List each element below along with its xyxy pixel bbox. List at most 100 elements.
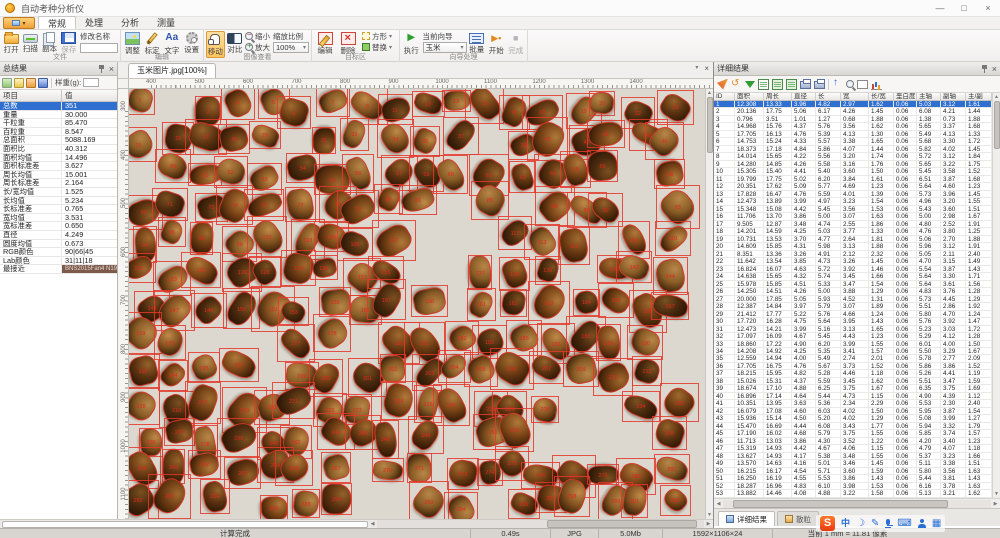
save-table-icon[interactable] — [786, 79, 797, 90]
summary-row[interactable]: 宽标准差0.650 — [0, 222, 117, 231]
seed-object[interactable]: 163 — [532, 288, 566, 316]
seed-object[interactable]: 29 — [252, 126, 279, 146]
seed-object[interactable]: 235 — [665, 389, 693, 417]
summary-row[interactable]: 宽均值3.531 — [0, 214, 117, 223]
tab-list-icon[interactable]: ▾ — [695, 64, 698, 73]
details-col-header[interactable]: 面积 — [735, 93, 764, 100]
details-row[interactable]: 4517.19016.024.685.793.751.550.065.853.7… — [714, 430, 1000, 437]
summary-row[interactable]: 总面积5088.169 — [0, 136, 117, 145]
copy-button[interactable]: 副本 — [41, 31, 59, 54]
seed-object[interactable]: 106 — [343, 230, 366, 259]
seed-object[interactable]: 68 — [656, 161, 683, 186]
horizontal-scroll-thumb[interactable] — [547, 520, 697, 528]
seed-object[interactable]: 148 — [195, 298, 222, 321]
details-row[interactable]: 218.35113.363.264.912.122.320.065.052.11… — [714, 251, 1000, 258]
seed-object[interactable]: 293 — [415, 487, 443, 517]
details-row[interactable]: 517.70516.134.765.394.131.300.065.494.13… — [714, 131, 1000, 138]
seed-object[interactable]: 263 — [227, 460, 259, 485]
seed-object[interactable]: 206 — [495, 354, 529, 383]
seed-object[interactable]: 7 — [319, 91, 347, 112]
details-row[interactable]: 5016.21516.174.545.713.601.590.065.803.5… — [714, 468, 1000, 475]
details-row[interactable]: 4110.35113.953.635.362.342.290.065.532.3… — [714, 400, 1000, 407]
seed-object[interactable]: 107 — [376, 227, 411, 254]
details-scroll-thumb[interactable] — [994, 101, 1000, 149]
seed-object[interactable]: 210 — [598, 364, 629, 391]
seed-object[interactable]: 281 — [656, 458, 688, 479]
microphone-icon[interactable] — [885, 519, 891, 528]
summary-row[interactable]: 长标准差0.765 — [0, 205, 117, 214]
details-row[interactable]: 1317.82816.474.765.594.011.390.065.733.9… — [714, 191, 1000, 198]
seed-object[interactable]: 177 — [280, 333, 312, 354]
seed-object[interactable]: 226 — [434, 393, 469, 417]
seed-object[interactable]: 119 — [658, 229, 688, 248]
details-col-header[interactable]: 宽 — [841, 93, 869, 100]
seed-object[interactable]: 101 — [251, 224, 284, 250]
zoom-in-button[interactable]: 放大 — [245, 42, 270, 52]
scroll-up-icon[interactable]: ▲ — [993, 93, 1000, 101]
panel-close-icon[interactable]: × — [992, 63, 997, 75]
bar-chart-icon[interactable] — [871, 79, 882, 90]
seed-object[interactable]: 96 — [160, 222, 183, 242]
app-menu-button[interactable]: ▾ — [3, 17, 35, 29]
details-row[interactable]: 1515.34815.084.425.453.561.530.065.433.6… — [714, 206, 1000, 213]
seed-object[interactable]: 28 — [220, 126, 248, 151]
details-row[interactable]: 1412.47313.893.994.973.231.540.064.963.2… — [714, 198, 1000, 205]
sogou-icon[interactable]: S — [820, 516, 835, 531]
print-preview-icon[interactable] — [814, 81, 825, 89]
scroll-down-icon[interactable]: ▼ — [993, 490, 1000, 498]
details-row[interactable]: 814.01415.654.225.563.201.740.065.723.12… — [714, 153, 1000, 160]
seed-object[interactable]: 298 — [555, 483, 589, 509]
seed-object[interactable]: 157 — [370, 288, 404, 312]
seed-object[interactable]: 266 — [282, 454, 307, 482]
undo-icon[interactable] — [731, 79, 742, 90]
details-row[interactable]: 3112.47314.213.995.163.131.650.065.233.0… — [714, 326, 1000, 333]
details-row[interactable]: 4315.93615.144.505.204.021.290.065.083.9… — [714, 415, 1000, 422]
search-icon[interactable] — [846, 80, 854, 88]
summary-row[interactable]: 千粒重85.470 — [0, 119, 117, 128]
summary-row[interactable]: 总数351 — [0, 102, 117, 111]
seed-object[interactable]: 248 — [368, 429, 404, 450]
seed-object[interactable]: 230 — [533, 398, 557, 422]
zoom-ratio-select[interactable]: 100%▾ — [273, 42, 309, 53]
details-row[interactable]: 2014.60915.854.315.983.131.880.065.963.1… — [714, 243, 1000, 250]
seed-object[interactable]: 286 — [262, 495, 286, 519]
seed-object[interactable]: 290 — [321, 484, 352, 514]
details-row[interactable]: 3217.09716.094.675.454.431.230.065.294.1… — [714, 333, 1000, 340]
details-row[interactable]: 4913.57014.634.165.013.461.450.065.113.3… — [714, 460, 1000, 467]
close-button[interactable]: × — [976, 0, 1000, 17]
seed-object[interactable]: 200 — [314, 363, 337, 393]
seed-object[interactable]: 207 — [532, 357, 561, 378]
details-col-header[interactable]: 周长 — [764, 93, 792, 100]
details-row[interactable]: 2414.63815.654.325.743.451.660.065.643.3… — [714, 273, 1000, 280]
details-row[interactable]: 2921.41217.775.225.764.661.240.065.804.7… — [714, 311, 1000, 318]
seed-object[interactable]: 11 — [381, 98, 410, 121]
seed-object[interactable]: 62 — [509, 167, 536, 187]
upload-icon[interactable] — [832, 79, 843, 90]
seed-object[interactable]: 137 — [463, 261, 497, 283]
details-col-header[interactable]: 副轴 — [941, 93, 966, 100]
details-row[interactable]: 1119.79917.755.026.203.841.610.066.513.8… — [714, 176, 1000, 183]
details-row[interactable]: 4415.47016.694.446.083.431.770.065.943.3… — [714, 423, 1000, 430]
seed-object[interactable]: 271 — [407, 453, 432, 482]
seed-object[interactable]: 20 — [590, 92, 614, 114]
details-hscroll-thumb[interactable] — [733, 500, 948, 508]
export-table-icon[interactable] — [758, 79, 769, 90]
details-row[interactable]: 614.75315.244.335.573.381.650.065.683.30… — [714, 138, 1000, 145]
seed-object[interactable]: 76 — [247, 195, 282, 215]
replace-tool-button[interactable]: 替换▾ — [362, 42, 392, 52]
seed-object[interactable]: 46 — [651, 127, 677, 155]
seed-object[interactable]: 195 — [192, 355, 216, 379]
details-row[interactable]: 2316.82416.074.635.723.921.460.065.543.8… — [714, 266, 1000, 273]
seed-object[interactable]: 144 — [654, 262, 687, 290]
seed-object[interactable]: 249 — [414, 420, 437, 450]
details-row[interactable]: 3318.86017.224.906.203.991.550.066.014.0… — [714, 341, 1000, 348]
open-button[interactable]: 打开 — [2, 31, 20, 55]
seed-object[interactable]: 139 — [536, 260, 560, 280]
details-row[interactable]: 2614.25014.514.265.003.881.290.064.833.7… — [714, 288, 1000, 295]
seed-object[interactable]: 279 — [588, 465, 619, 484]
tab-close-icon[interactable]: × — [704, 64, 709, 73]
maximize-button[interactable]: □ — [952, 0, 976, 17]
details-row[interactable]: 5218.28716.964.836.103.981.530.066.163.7… — [714, 483, 1000, 490]
seed-object[interactable]: 113 — [530, 228, 554, 256]
seed-object[interactable]: 6 — [280, 99, 308, 126]
